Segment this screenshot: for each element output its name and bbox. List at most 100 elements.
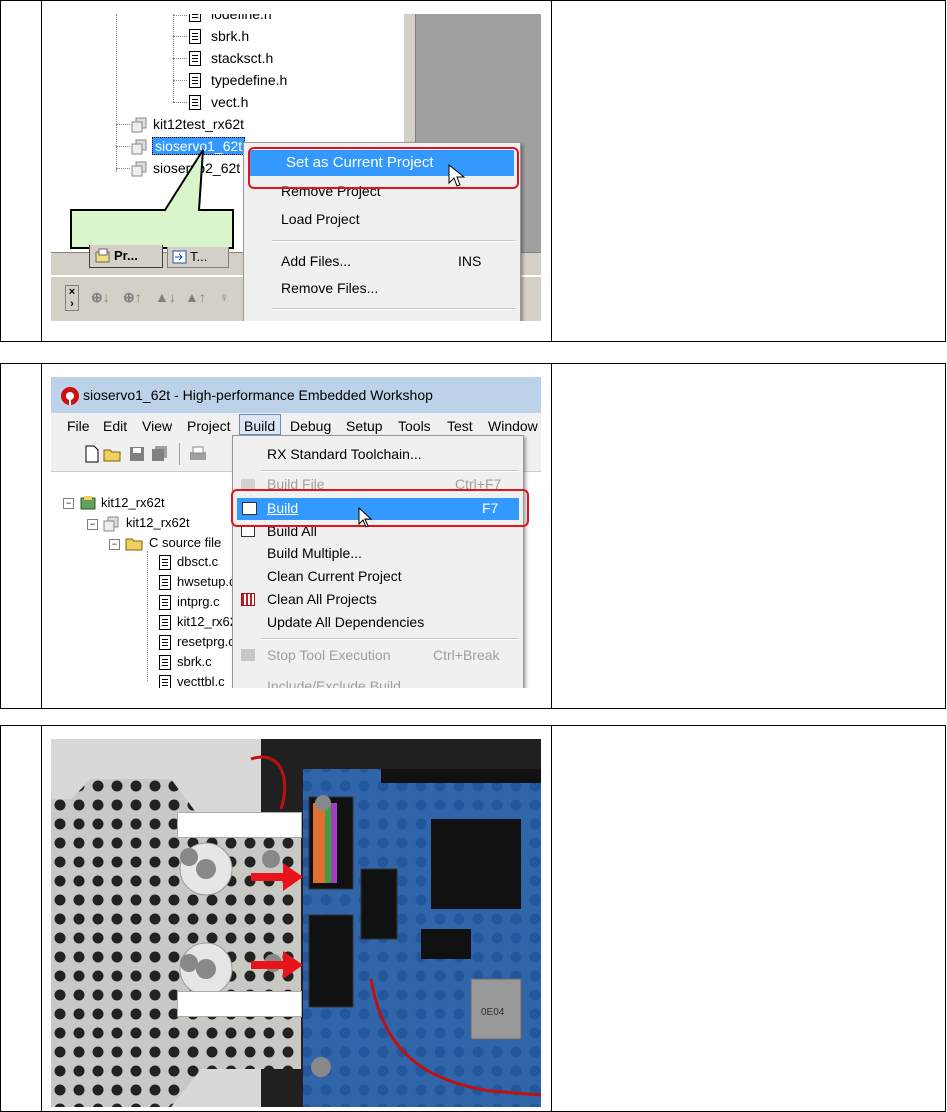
menu-item-load-project[interactable]: Load Project <box>244 207 520 231</box>
red-highlight-box <box>231 489 529 527</box>
tree-item-label: sbrk.h <box>211 28 250 44</box>
source-file-icon <box>159 615 171 630</box>
sort-asc-icon[interactable]: ▲↓ <box>155 289 176 305</box>
menu-view[interactable]: View <box>142 418 172 434</box>
collapse-toggle[interactable]: − <box>87 519 98 530</box>
step-out-icon[interactable]: ⊕↑ <box>123 289 142 306</box>
menu-item-label: Update All Dependencies <box>267 614 425 630</box>
menu-test[interactable]: Test <box>447 418 473 434</box>
menu-item-add-files[interactable]: Add Files... INS <box>244 249 520 273</box>
tree-line <box>173 80 187 81</box>
chip-label: 0E04 <box>481 1007 505 1018</box>
tree-project-label[interactable]: kit12_rx62t <box>126 515 190 530</box>
menu-window[interactable]: Window <box>488 418 538 434</box>
mouse-cursor-icon <box>358 507 373 528</box>
build-menu: RX Standard Toolchain... Build File Ctrl… <box>232 435 524 688</box>
menu-item-label: Load Project <box>281 211 360 227</box>
tree-item-label: vecttbl.c <box>177 674 225 688</box>
menu-separator <box>272 240 516 242</box>
menu-bar: File Edit View Project Build Debug Setup… <box>51 413 541 437</box>
source-file-icon <box>159 635 171 650</box>
board-photo <box>51 739 541 1107</box>
tree-line <box>173 58 187 59</box>
collapse-toggle[interactable]: − <box>63 498 74 509</box>
menu-build[interactable]: Build <box>244 418 275 434</box>
header-file-icon <box>189 95 201 110</box>
tree-item-label: stacksct.h <box>211 50 274 66</box>
sort-desc-icon[interactable]: ▲↑ <box>185 289 206 305</box>
callout-shape <box>70 149 234 249</box>
source-file-icon <box>159 595 171 610</box>
tree-item-file[interactable]: typedefine.h <box>189 72 329 90</box>
tab-label: T... <box>190 249 208 264</box>
tree-item-label: iodefine.h <box>211 14 272 22</box>
tree-folder-label[interactable]: C source file <box>149 535 221 550</box>
menu-item-stop-tool[interactable]: Stop Tool Execution Ctrl+Break <box>233 644 523 668</box>
red-highlight-box <box>248 147 519 189</box>
tree-item-project[interactable]: kit12test_rx62t <box>131 116 301 134</box>
menu-debug[interactable]: Debug <box>290 418 331 434</box>
tree-item-file[interactable]: sbrk.h <box>189 28 309 46</box>
menu-setup[interactable]: Setup <box>346 418 383 434</box>
person-icon[interactable]: ♀ <box>219 289 230 305</box>
menu-tools[interactable]: Tools <box>398 418 431 434</box>
tree-line <box>173 102 187 103</box>
menu-item-remove-files[interactable]: Remove Files... <box>244 276 520 300</box>
header-file-icon <box>189 73 201 88</box>
header-file-icon <box>189 14 201 22</box>
tree-item-label: hwsetup.c <box>177 574 236 589</box>
cell-divider <box>551 1 552 341</box>
menu-item-build-multiple[interactable]: Build Multiple... <box>233 542 523 566</box>
cell-divider <box>551 364 552 708</box>
menu-separator <box>261 470 519 472</box>
hew-logo-icon <box>61 387 79 405</box>
templates-tab-icon <box>172 250 187 264</box>
tree-line <box>173 36 187 37</box>
stop-tool-icon <box>241 649 255 661</box>
tree-item-file[interactable]: stacksct.h <box>189 50 309 68</box>
tree-item-file[interactable]: iodefine.h <box>189 14 309 24</box>
project-icon <box>131 117 147 133</box>
menu-item-label: Build Multiple... <box>267 545 362 561</box>
print-icon[interactable] <box>189 446 207 462</box>
tree-line <box>116 124 130 125</box>
collapse-toggle[interactable]: − <box>109 539 120 550</box>
close-icon[interactable]: × › <box>65 285 79 311</box>
step-over-icon[interactable]: ⊕↓ <box>91 289 110 306</box>
menu-item-include-exclude[interactable]: Include/Exclude Build <box>233 676 523 688</box>
tree-item-label: dbsct.c <box>177 554 219 569</box>
new-file-icon[interactable] <box>84 445 100 463</box>
label-box-bottom <box>177 991 302 1017</box>
project-icon <box>103 516 119 532</box>
tree-line <box>173 15 187 16</box>
save-all-icon[interactable] <box>151 446 169 462</box>
menu-project[interactable]: Project <box>187 418 231 434</box>
screenshot-project-context-menu: iodefine.h sbrk.h stacksct.h typedefine.… <box>51 14 541 321</box>
menu-item-clean-all[interactable]: Clean All Projects <box>233 588 523 612</box>
projects-tab-icon <box>95 248 110 263</box>
tree-item-label: sbrk.c <box>177 654 212 669</box>
tab-projects[interactable]: Pr... <box>89 245 163 268</box>
open-folder-icon[interactable] <box>103 445 123 463</box>
menu-item-label: RX Standard Toolchain... <box>267 446 422 462</box>
tree-item-file[interactable]: vect.h <box>189 94 309 112</box>
menu-shortcut: Ctrl+Break <box>433 647 500 663</box>
menu-item-update-deps[interactable]: Update All Dependencies <box>233 611 523 635</box>
tree-workspace-label[interactable]: kit12_rx62t <box>101 495 165 510</box>
source-file-icon <box>159 555 171 570</box>
workspace-tree: − kit12_rx62t − kit12_rx62t − C source f… <box>63 493 251 688</box>
screenshot-build-menu: sioservo1_62t - High-performance Embedde… <box>51 377 541 688</box>
step-number-cell <box>1 1 42 341</box>
menu-item-clean-current[interactable]: Clean Current Project <box>233 565 523 589</box>
photo-board-connectors: 0E04 <box>51 739 541 1107</box>
menu-item-label: Clean Current Project <box>267 568 402 584</box>
header-file-icon <box>189 29 201 44</box>
window-title: sioservo1_62t - High-performance Embedde… <box>83 387 433 403</box>
source-file-icon <box>159 675 171 688</box>
menu-file[interactable]: File <box>67 418 90 434</box>
menu-item-toolchain[interactable]: RX Standard Toolchain... <box>233 442 523 466</box>
save-icon[interactable] <box>129 446 145 462</box>
tab-templates[interactable]: T... <box>167 247 229 268</box>
menu-edit[interactable]: Edit <box>103 418 127 434</box>
tree-item-label: kit12test_rx62t <box>153 116 245 132</box>
